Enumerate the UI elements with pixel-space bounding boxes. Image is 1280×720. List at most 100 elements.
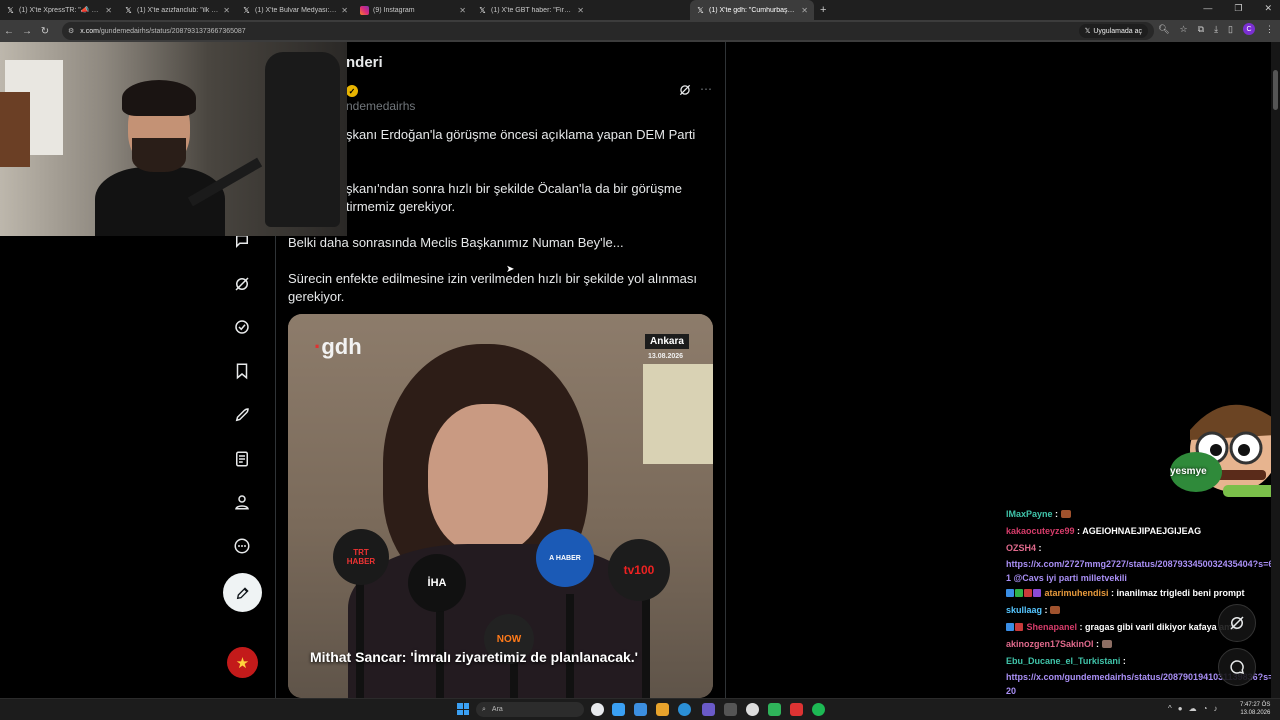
tab-1[interactable]: 𝕏(1) X'te XpressTR: "📣 OKULLA✕ [0,0,118,20]
mic-iha: İHA [408,554,466,612]
open-in-app-button[interactable]: 𝕏 Uygulamada aç [1078,24,1148,38]
webcam-shelf [0,92,30,167]
mic-stand [356,584,364,698]
close-icon[interactable]: ✕ [105,6,112,15]
chat-emote-icon [1050,606,1061,614]
messages-floating-button[interactable] [1218,648,1256,686]
premium-verified-icon[interactable] [230,315,254,339]
tweet-text-line: Belki daha sonrasında Meclis Başkanımız … [288,235,624,250]
edge-app-icon[interactable] [634,703,647,716]
cloud-icon[interactable]: ☁ [1189,704,1197,713]
more-options-icon[interactable]: ⋯ [700,82,712,96]
chrome-app-icon[interactable] [591,703,604,716]
close-window-icon[interactable]: ✕ [1264,3,1272,14]
reload-icon[interactable]: ↻ [36,26,54,37]
grok-explain-icon[interactable] [678,83,692,102]
chat-emote-overlay: yesmye [1168,390,1280,502]
badge-icon [1015,589,1023,597]
chat-message-link[interactable]: https://x.com/2727mmg2727/status/2087933… [1006,557,1276,585]
close-icon[interactable]: ✕ [801,6,808,15]
video-background-window [643,364,713,464]
tab-4[interactable]: (9) Instagram ✕ [354,0,472,20]
streamer-webcam [0,42,347,236]
tweet-text-line: Sürecin enfekte edilmesine izin verilmed… [288,271,697,286]
app-icon[interactable] [790,703,803,716]
page-title: nderi [346,54,383,71]
tweet-video[interactable]: TRT HABER İHA A HABER tv100 NOW ·gdh Ank… [288,314,713,698]
scrollbar-thumb[interactable] [1273,70,1278,110]
menu-icon[interactable]: ⋮ [1265,24,1274,35]
volume-icon[interactable]: ♪ [1213,704,1217,713]
profile-avatar[interactable]: C [1243,23,1255,35]
tweet-text-line: şkanı'ndan sonra hızlı bir şekilde Öcala… [346,181,682,196]
sidepanel-icon[interactable]: ▯ [1228,24,1233,35]
account-avatar[interactable]: ★ [227,647,258,678]
profile-icon[interactable] [230,490,254,514]
maximize-icon[interactable]: ❐ [1234,3,1242,14]
grok-icon[interactable] [230,272,254,296]
new-tab-button[interactable]: + [820,4,826,16]
instagram-icon [360,5,369,15]
location-label: Ankara [645,334,689,349]
x-logo-icon: 𝕏 [243,5,250,15]
compose-icon [236,586,249,599]
minimize-icon[interactable]: — [1203,3,1212,14]
back-icon[interactable]: ← [0,26,18,37]
compose-post-button[interactable] [223,573,262,612]
tab-5[interactable]: 𝕏(1) X'te GBT haber: "First Date a✕ [472,0,590,20]
mic-ahaber: A HABER [536,529,594,587]
window-controls: — ❐ ✕ [1203,3,1272,14]
chevron-up-icon[interactable]: ^ [1168,704,1172,713]
mouse-cursor-icon: ➤ [506,264,515,275]
spotify-app-icon[interactable] [812,703,825,716]
x-logo-icon: 𝕏 [1084,28,1091,35]
tweet-text-line: gerekiyor. [288,289,345,304]
download-icon[interactable]: ⤓ [1214,24,1218,35]
chat-message: OZSH4 : [1006,543,1042,553]
badge-icon [1015,623,1023,631]
bookmark-star-icon[interactable]: ☆ [1180,24,1188,35]
explorer-app-icon[interactable] [612,703,625,716]
location-date: 13.08.2026 [648,353,684,360]
close-icon[interactable]: ✕ [577,6,584,15]
app-icon[interactable] [768,703,781,716]
tweet-text-line: şkanı Erdoğan'la görüşme öncesi açıklama… [346,127,696,142]
address-bar[interactable]: ⚙ x.com/gundemedairhs/status/20879313736… [62,22,1154,40]
tab-6-active[interactable]: 𝕏(1) X'te gdh: "Cumhurbaşkanı E✕ [690,0,814,20]
obs-app-icon[interactable] [746,703,759,716]
grok-floating-button[interactable] [1218,604,1256,642]
mic-icon[interactable]: ● [1178,704,1183,713]
tab-3[interactable]: 𝕏(1) X'te Bulvar Medyası: "Motosik✕ [236,0,354,20]
chat-message: lMaxPayne : [1006,506,1280,523]
chat-message: atarimuhendisi : inanilmaz trigledi beni… [1006,585,1280,602]
browser-toolbar: ← → ↻ ⚙ x.com/gundemedairhs/status/20879… [0,20,1280,42]
close-icon[interactable]: ✕ [459,6,466,15]
articles-icon[interactable] [230,447,254,471]
site-info-icon[interactable]: ⚙ [68,27,74,35]
close-icon[interactable]: ✕ [341,6,348,15]
close-icon[interactable]: ✕ [223,6,230,15]
taskbar-search[interactable]: ⌕ Ara [476,702,584,717]
wifi-icon[interactable]: ◔ [1203,704,1208,713]
folder-app-icon[interactable] [656,703,669,716]
video-caption: Mithat Sancar: 'İmralı ziyaretimiz de pl… [310,649,638,665]
tab-2[interactable]: 𝕏(1) X'te azizfanclub: "ilk yapay z✕ [118,0,236,20]
app-icon[interactable] [724,703,737,716]
author-handle[interactable]: ndemedairhs [346,99,415,113]
app-icon[interactable] [678,703,691,716]
discord-app-icon[interactable] [702,703,715,716]
forward-icon[interactable]: → [18,26,36,37]
taskbar-clock[interactable]: 7:47:27 ÖS 13.08.2026 [1240,701,1270,717]
more-menu-icon[interactable] [230,534,254,558]
tab-bar: 𝕏(1) X'te XpressTR: "📣 OKULLA✕ 𝕏(1) X'te… [0,0,1280,20]
badge-icon [1033,589,1041,597]
start-windows-icon[interactable] [457,703,469,715]
speaker-face [428,404,548,554]
bookmarks-icon[interactable] [230,359,254,383]
page-scrollbar[interactable] [1271,42,1280,698]
x-logo-icon: 𝕏 [7,5,14,15]
jobs-rocket-icon[interactable] [230,403,254,427]
zoom-icon[interactable]: 🔍︎ [1158,24,1169,35]
chat-emote-icon [1060,510,1071,518]
extensions-icon[interactable]: ⧉ [1198,24,1204,35]
